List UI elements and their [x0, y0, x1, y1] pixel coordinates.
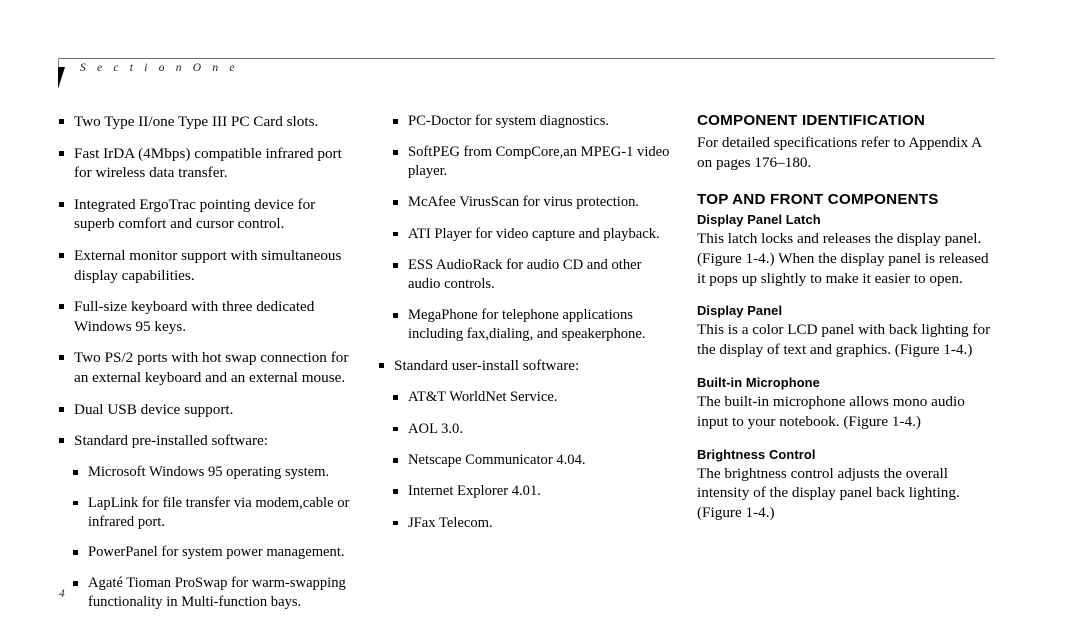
list-item: McAfee VirusScan for virus protection.	[378, 193, 670, 212]
feature-list-column-1: Two Type II/one Type III PC Card slots. F…	[58, 112, 358, 612]
list-item: Dual USB device support.	[58, 400, 358, 420]
list-item: AT&T WorldNet Service.	[378, 388, 670, 407]
heading-top-and-front-components: TOP AND FRONT COMPONENTS	[697, 190, 939, 208]
list-item: Full-size keyboard with three dedicated …	[58, 297, 358, 336]
list-item: JFax Telecom.	[378, 514, 670, 533]
list-item: Integrated ErgoTrac pointing device for …	[58, 195, 358, 234]
component-entry-list: Display Panel Latch This latch locks and …	[697, 212, 995, 523]
list-item: SoftPEG from CompCore,an MPEG-1 video pl…	[378, 143, 670, 181]
section-title: S e c t i o n O n e	[80, 62, 239, 74]
list-item: Two Type II/one Type III PC Card slots.	[58, 112, 358, 132]
component-entry: Display Panel This is a color LCD panel w…	[697, 303, 995, 360]
list-item: ATI Player for video capture and playbac…	[378, 225, 670, 244]
header-divider-rule	[58, 58, 995, 59]
list-item: Agaté Tioman ProSwap for warm-swapping f…	[58, 574, 358, 612]
paragraph-component-identification: For detailed specifications refer to App…	[697, 134, 982, 171]
list-item: Microsoft Windows 95 operating system.	[58, 463, 358, 482]
page-number: 4	[59, 588, 65, 600]
list-item: Two PS/2 ports with hot swap connection …	[58, 348, 358, 387]
content-column-2: PC-Doctor for system diagnostics. SoftPEG…	[378, 112, 670, 545]
component-entry: Display Panel Latch This latch locks and …	[697, 212, 995, 288]
component-entry-title: Built-in Microphone	[697, 374, 820, 390]
component-entry-body: This is a color LCD panel with back ligh…	[697, 321, 991, 359]
content-column-3: COMPONENT IDENTIFICATION For detailed sp…	[697, 112, 995, 523]
component-entry-body: The built-in microphone allows mono audi…	[697, 393, 965, 430]
list-item: PowerPanel for system power management.	[58, 543, 358, 562]
component-entry-title: Display Panel Latch	[697, 211, 821, 227]
list-item: Netscape Communicator 4.04.	[378, 451, 670, 470]
component-entry-title: Brightness Control	[697, 446, 816, 462]
list-item: MegaPhone for telephone applications inc…	[378, 306, 670, 344]
list-item: External monitor support with simultaneo…	[58, 246, 358, 285]
component-entry-body: This latch locks and releases the displa…	[697, 230, 989, 287]
component-entry-title: Display Panel	[697, 303, 783, 319]
feature-list-column-2: PC-Doctor for system diagnostics. SoftPEG…	[378, 112, 670, 532]
list-item: Fast IrDA (4Mbps) compatible infrared po…	[58, 144, 358, 183]
list-item: Standard pre-installed software:	[58, 431, 358, 451]
list-item: Internet Explorer 4.01.	[378, 482, 670, 501]
list-item: LapLink for file transfer via modem,cabl…	[58, 494, 358, 532]
component-entry-body: The brightness control adjusts the overa…	[697, 464, 960, 522]
list-item: AOL 3.0.	[378, 420, 670, 439]
heading-component-identification: COMPONENT IDENTIFICATION	[697, 112, 926, 129]
list-item: ESS AudioRack for audio CD and other aud…	[378, 256, 670, 294]
list-item: Standard user-install software:	[378, 356, 670, 376]
header-wedge-marker-icon	[58, 67, 65, 89]
section-component-identification: COMPONENT IDENTIFICATION For detailed sp…	[697, 112, 995, 173]
section-top-and-front-components: TOP AND FRONT COMPONENTS Display Panel L…	[697, 191, 995, 523]
content-column-1: Two Type II/one Type III PC Card slots. F…	[58, 112, 358, 624]
component-entry: Brightness Control The brightness control…	[697, 447, 995, 523]
list-item: PC-Doctor for system diagnostics.	[378, 112, 670, 131]
component-entry: Built-in Microphone The built-in micropho…	[697, 375, 995, 432]
